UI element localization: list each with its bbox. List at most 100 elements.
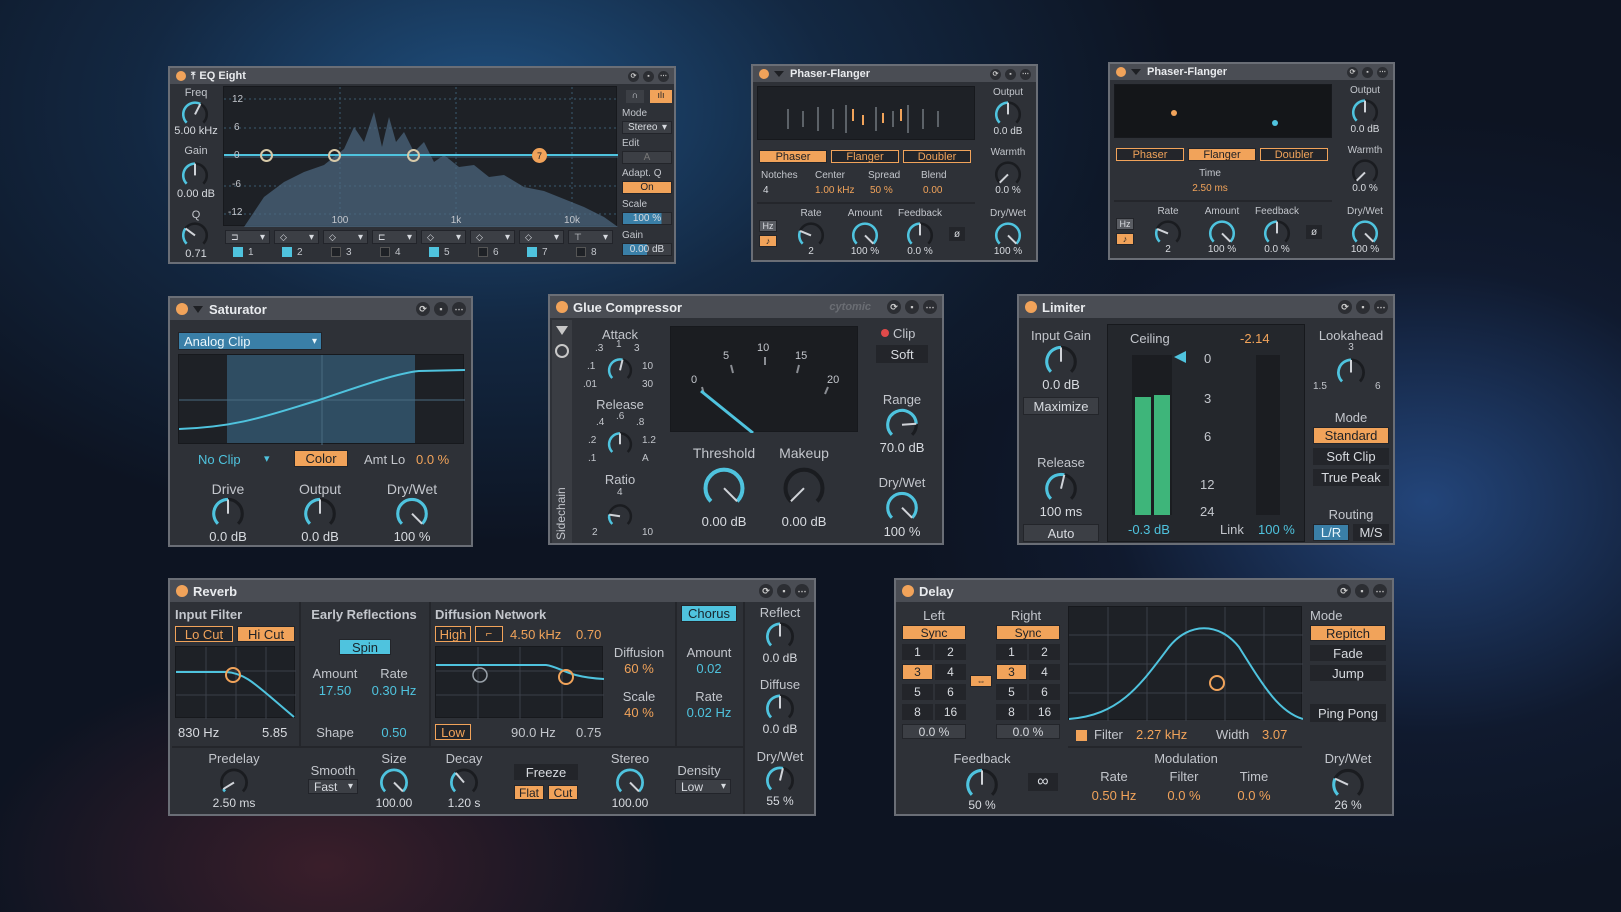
band-filter-type[interactable]: ⊐ — [225, 230, 270, 244]
mode-select[interactable]: Stereo — [622, 121, 672, 134]
filter-value[interactable]: 2.27 kHz — [1136, 728, 1187, 741]
output-value[interactable]: 0.0 dB — [994, 127, 1023, 137]
range-value[interactable]: 70.0 dB — [880, 441, 925, 454]
stereo-knob[interactable] — [612, 766, 648, 796]
left-division-6[interactable]: 6 — [935, 684, 966, 700]
low-q-value[interactable]: 0.75 — [576, 726, 601, 739]
swap-icon[interactable]: ⟳ — [990, 68, 1001, 80]
lo-cut-button[interactable]: Lo Cut — [175, 626, 233, 642]
feedback-knob[interactable] — [1261, 218, 1293, 246]
right-offset[interactable]: 0.0 % — [996, 724, 1060, 739]
drive-value[interactable]: 0.0 dB — [209, 530, 247, 543]
smooth-select[interactable]: Fast — [308, 779, 358, 794]
hz-button[interactable]: Hz — [759, 220, 777, 232]
swap-icon[interactable]: ⟳ — [1347, 66, 1358, 78]
er-rate-value[interactable]: 0.30 Hz — [372, 684, 417, 697]
input-filter-freq[interactable]: 830 Hz — [178, 726, 219, 739]
phase-invert-button[interactable]: ø — [1306, 225, 1322, 239]
band-toggle[interactable] — [576, 247, 586, 257]
mod-rate-value[interactable]: 0.50 Hz — [1092, 789, 1137, 802]
save-icon[interactable]: ▪ — [1355, 584, 1369, 598]
right-division-3[interactable]: 3 — [996, 664, 1027, 680]
release-knob[interactable] — [605, 430, 635, 456]
more-icon[interactable]: ⋯ — [1020, 68, 1031, 80]
freeze-button[interactable]: Freeze — [514, 764, 578, 780]
gain-out-slider[interactable]: 0.00 dB — [622, 243, 672, 256]
drywet-knob[interactable] — [1349, 218, 1381, 246]
shape-value[interactable]: 0.50 — [381, 726, 406, 739]
spin-toggle[interactable]: Spin — [339, 639, 391, 655]
power-icon[interactable] — [902, 585, 914, 597]
rate-knob[interactable] — [795, 220, 827, 248]
attack-knob[interactable] — [605, 356, 635, 382]
decay-value[interactable]: 1.20 s — [448, 797, 481, 809]
doubler-mode-button[interactable]: Doubler — [1260, 148, 1328, 161]
drywet-value[interactable]: 100 % — [884, 525, 921, 538]
reflect-value[interactable]: 0.0 dB — [763, 652, 798, 664]
drywet-value[interactable]: 55 % — [766, 795, 793, 807]
flat-button[interactable]: Flat — [514, 785, 544, 800]
drywet-value[interactable]: 26 % — [1334, 799, 1361, 811]
right-division-5[interactable]: 5 — [996, 684, 1027, 700]
feedback-value[interactable]: 0.0 % — [1264, 245, 1290, 255]
feedback-knob[interactable] — [904, 220, 936, 248]
left-division-5[interactable]: 5 — [902, 684, 933, 700]
rate-knob[interactable] — [1152, 218, 1184, 246]
right-sync-toggle[interactable]: Sync — [996, 625, 1060, 640]
band-filter-type[interactable]: ⊏ — [372, 230, 417, 244]
spread-value[interactable]: 50 % — [870, 186, 893, 196]
output-knob[interactable] — [300, 495, 340, 529]
density-select[interactable]: Low — [675, 779, 731, 794]
right-division-1[interactable]: 1 — [996, 644, 1027, 660]
output-value[interactable]: 0.0 dB — [1351, 125, 1380, 135]
amount-knob[interactable] — [1206, 218, 1238, 246]
cut-button[interactable]: Cut — [548, 785, 578, 800]
left-division-16[interactable]: 16 — [935, 704, 966, 720]
threshold-knob[interactable] — [698, 464, 750, 508]
left-division-8[interactable]: 8 — [902, 704, 933, 720]
routing-ms-button[interactable]: M/S — [1353, 524, 1389, 541]
notches-value[interactable]: 4 — [763, 186, 769, 196]
more-icon[interactable]: ⋯ — [1377, 66, 1388, 78]
swap-icon[interactable]: ⟳ — [887, 300, 901, 314]
rate-value[interactable]: 2 — [808, 247, 814, 257]
eq-display[interactable]: 12 6 0 -6 -12 100 1k 10k 7 — [223, 86, 618, 227]
low-freq-value[interactable]: 90.0 Hz — [511, 726, 556, 739]
save-icon[interactable]: ▪ — [1362, 66, 1373, 78]
release-knob[interactable] — [1041, 470, 1081, 504]
left-division-1[interactable]: 1 — [902, 644, 933, 660]
drywet-knob[interactable] — [882, 489, 922, 523]
q-value[interactable]: 0.71 — [185, 249, 206, 260]
flanger-mode-button[interactable]: Flanger — [831, 150, 899, 163]
time-value[interactable]: 2.50 ms — [1192, 184, 1228, 194]
band-filter-type[interactable]: ◇ — [421, 230, 466, 244]
width-value[interactable]: 3.07 — [1262, 728, 1287, 741]
warmth-value[interactable]: 0.0 % — [995, 186, 1021, 196]
band-filter-type[interactable]: ◇ — [274, 230, 319, 244]
save-icon[interactable]: ▪ — [1356, 300, 1370, 314]
drywet-knob[interactable] — [392, 495, 432, 529]
diffusion-value[interactable]: 60 % — [624, 662, 654, 675]
band-toggle[interactable] — [380, 247, 390, 257]
ceiling-value[interactable]: -2.14 — [1240, 332, 1270, 345]
q-knob[interactable] — [179, 220, 211, 248]
chorus-amount-value[interactable]: 0.02 — [696, 662, 721, 675]
band-filter-type[interactable]: ⊤ — [568, 230, 613, 244]
band-toggle[interactable] — [429, 247, 439, 257]
mode-standard-button[interactable]: Standard — [1313, 427, 1389, 444]
output-knob[interactable] — [1349, 97, 1381, 125]
right-division-2[interactable]: 2 — [1029, 644, 1060, 660]
warmth-value[interactable]: 0.0 % — [1352, 184, 1378, 194]
feedback-value[interactable]: 50 % — [968, 799, 995, 811]
input-gain-value[interactable]: 0.0 dB — [1042, 378, 1080, 391]
predelay-value[interactable]: 2.50 ms — [213, 797, 256, 809]
phase-invert-button[interactable]: ø — [949, 227, 965, 241]
band-filter-type[interactable]: ◇ — [519, 230, 564, 244]
maximize-button[interactable]: Maximize — [1023, 397, 1099, 415]
mode-repitch-button[interactable]: Repitch — [1310, 625, 1386, 641]
freq-value[interactable]: 5.00 kHz — [174, 126, 217, 137]
ping-pong-toggle[interactable]: Ping Pong — [1310, 704, 1386, 722]
left-sync-toggle[interactable]: Sync — [902, 625, 966, 640]
link-icon[interactable]: ⇔ — [970, 675, 992, 687]
band-filter-type[interactable]: ◇ — [323, 230, 368, 244]
